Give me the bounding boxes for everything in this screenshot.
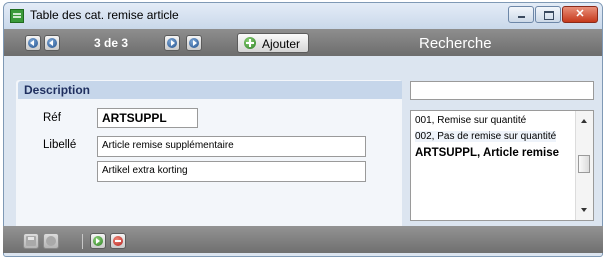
ref-label: Réf: [43, 112, 61, 124]
libelle-field[interactable]: Article remise supplémentaire: [97, 136, 366, 157]
previous-icon: [47, 38, 57, 48]
results-list[interactable]: 001, Remise sur quantité 002, Pas de rem…: [410, 110, 594, 221]
close-button[interactable]: ✕: [562, 6, 598, 23]
window-title: Table des cat. remise article: [30, 8, 179, 22]
close-icon: ✕: [575, 8, 585, 20]
maximize-icon: [544, 11, 554, 20]
toolbar-separator: [82, 234, 83, 249]
delete-icon: [113, 236, 123, 246]
add-icon: [244, 37, 256, 49]
previous-record-button[interactable]: [44, 35, 60, 51]
scroll-thumb[interactable]: [578, 155, 590, 173]
first-record-button[interactable]: [25, 35, 41, 51]
next-icon: [167, 38, 177, 48]
list-item[interactable]: 001, Remise sur quantité: [415, 115, 526, 126]
search-input[interactable]: [410, 81, 594, 100]
title-bar[interactable]: Table des cat. remise article ✕: [4, 3, 602, 29]
scrollbar[interactable]: [575, 111, 593, 220]
cancel-button[interactable]: [43, 233, 59, 249]
first-icon: [28, 38, 38, 48]
list-item[interactable]: ARTSUPPL, Article remise: [415, 147, 559, 159]
minimize-button[interactable]: [508, 6, 534, 23]
bottom-toolbar: [3, 226, 603, 253]
save-button[interactable]: [23, 233, 39, 249]
maximize-button[interactable]: [535, 6, 561, 23]
add-button[interactable]: Ajouter: [237, 33, 309, 53]
cancel-icon: [46, 236, 56, 246]
validate-icon: [93, 236, 103, 246]
save-icon: [26, 236, 36, 246]
minimize-icon: [518, 16, 525, 18]
last-record-button[interactable]: [186, 35, 202, 51]
last-icon: [189, 38, 199, 48]
ref-field[interactable]: ARTSUPPL: [97, 108, 198, 128]
add-button-label: Ajouter: [262, 37, 301, 51]
search-title: Recherche: [419, 35, 492, 52]
record-counter: 3 de 3: [94, 36, 129, 50]
toolbar: 3 de 3 Ajouter: [4, 29, 602, 56]
description-label: Description: [24, 83, 91, 97]
validate-button[interactable]: [90, 233, 106, 249]
scroll-down-icon[interactable]: [581, 208, 587, 212]
list-item[interactable]: 002, Pas de remise sur quantité: [415, 131, 557, 142]
next-record-button[interactable]: [164, 35, 180, 51]
libelle-label: Libellé: [43, 139, 77, 151]
libelle-translation-field[interactable]: Artikel extra korting: [97, 161, 366, 182]
app-icon: [10, 9, 24, 23]
delete-button[interactable]: [110, 233, 126, 249]
scroll-up-icon[interactable]: [581, 119, 587, 123]
